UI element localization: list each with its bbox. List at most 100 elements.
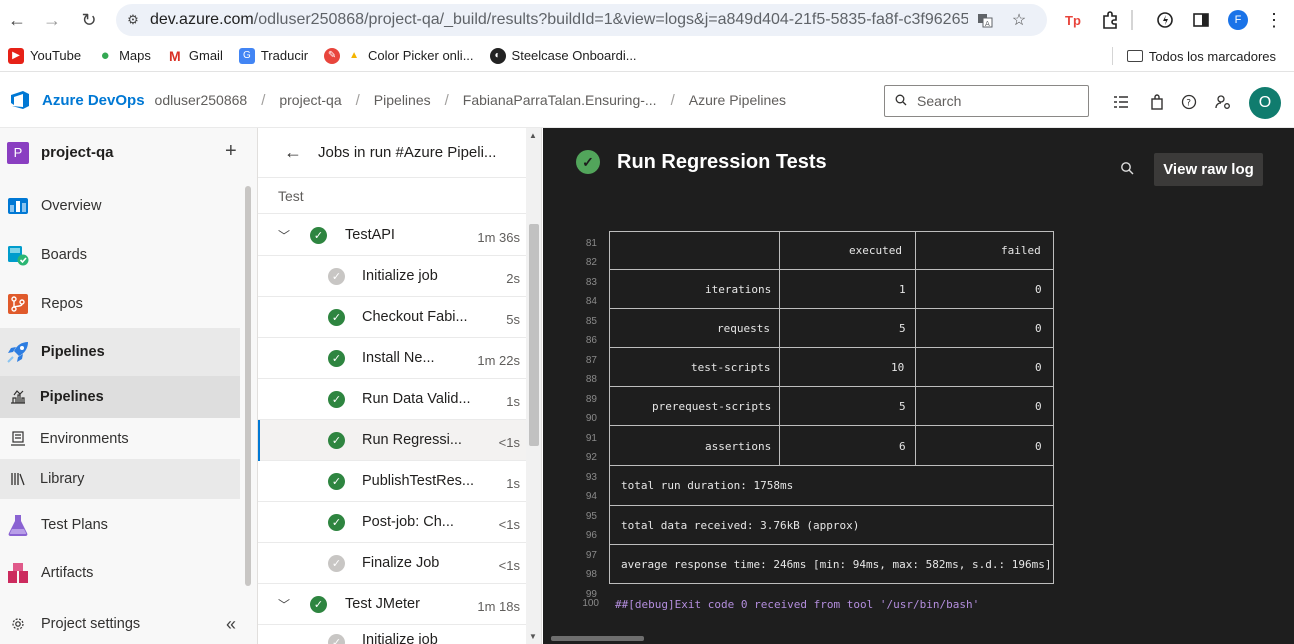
ado-header: Azure DevOps odluser250868 / project-qa … [0, 73, 1294, 128]
step-checkout[interactable]: ✓ Checkout Fabi... 5s [258, 297, 526, 338]
line-number: 93 [585, 472, 597, 483]
sidebar-item-repos[interactable]: Repos [0, 281, 240, 326]
line-number: 96 [585, 530, 597, 541]
test-plans-flask-icon [6, 513, 30, 537]
collapse-nav-icon[interactable]: « [226, 614, 236, 635]
job-test-jmeter[interactable]: ﹀ ✓ Test JMeter 1m 18s [258, 584, 526, 625]
sidebar-scrollbar[interactable] [245, 186, 251, 586]
bookmark-divider [1111, 47, 1113, 65]
side-panel-icon[interactable] [1190, 8, 1212, 32]
environments-icon [7, 428, 29, 450]
browser-menu-icon[interactable]: ⋮ [1263, 8, 1285, 32]
log-horizontal-scrollbar[interactable] [551, 636, 644, 641]
svg-text:A: A [985, 20, 990, 28]
extension-tp-icon[interactable]: Tp [1063, 8, 1085, 32]
breadcrumb-pipeline-name[interactable]: FabianaParraTalan.Ensuring-... [463, 92, 657, 108]
step-run-regression[interactable]: ✓ Run Regressi... <1s [258, 420, 526, 461]
bookmarks-bar: ▶ YouTube ● Maps M Gmail G Traducir ✎ ▲ Color … [0, 40, 1294, 72]
table-rule [609, 465, 1054, 466]
reload-icon[interactable]: ↻ [72, 3, 106, 37]
translate-icon[interactable]: A [968, 6, 1002, 34]
log-search-icon[interactable] [1120, 161, 1134, 179]
bookmark-traducir[interactable]: G Traducir [231, 42, 316, 70]
scroll-down-icon[interactable]: ▼ [529, 632, 537, 641]
table-rule [609, 231, 1054, 232]
job-testapi[interactable]: ﹀ ✓ TestAPI 1m 36s [258, 215, 526, 256]
bookmark-steelcase[interactable]: ◐ Steelcase Onboardi... [482, 42, 645, 70]
search-input[interactable]: Search [884, 85, 1089, 117]
project-selector[interactable]: P project-qa [0, 128, 257, 177]
col-failed: failed [1001, 244, 1041, 257]
breadcrumb-run[interactable]: Azure Pipelines [689, 92, 786, 108]
step-initialize-job[interactable]: ✓ Initialize job 2s [258, 256, 526, 297]
browser-toolbar: ← → ↻ ⚙ dev.azure.com/odluser250868/proj… [0, 0, 1294, 40]
scroll-up-icon[interactable]: ▲ [529, 131, 537, 140]
add-icon[interactable]: + [225, 140, 237, 163]
sidebar-item-environments[interactable]: Environments [0, 418, 240, 459]
breadcrumb-project[interactable]: project-qa [279, 92, 341, 108]
sidebar-item-test-plans[interactable]: Test Plans [0, 502, 240, 548]
line-number: 89 [585, 394, 597, 405]
success-check-icon: ✓ [328, 472, 345, 490]
row-name: prerequest-scripts [652, 400, 772, 413]
url-text[interactable]: dev.azure.com/odluser250868/project-qa/_… [150, 11, 968, 29]
brand-name[interactable]: Azure DevOps [42, 92, 145, 109]
breadcrumb-pipelines[interactable]: Pipelines [374, 92, 431, 108]
line-number: 90 [585, 413, 597, 424]
sidebar-item-pipelines[interactable]: Pipelines [0, 328, 240, 376]
sidebar-item-library[interactable]: Library [0, 459, 240, 499]
back-arrow-icon[interactable]: ← [284, 142, 302, 163]
forward-arrow-icon[interactable]: → [35, 3, 69, 37]
step-initialize-job-2[interactable]: ✓ Initialize job [258, 625, 526, 644]
site-settings-icon[interactable]: ⚙ [116, 12, 150, 28]
bookmark-youtube[interactable]: ▶ YouTube [0, 42, 89, 70]
profile-avatar[interactable]: F [1227, 8, 1249, 32]
skipped-check-icon: ✓ [328, 267, 345, 285]
line-number: 81 [585, 238, 597, 249]
bookmark-star-icon[interactable]: ☆ [1002, 6, 1036, 34]
success-check-icon: ✓ [310, 226, 327, 244]
chevron-down-icon[interactable]: ﹀ [278, 227, 290, 244]
sidebar-item-pipelines-sub[interactable]: Pipelines [0, 376, 240, 418]
bookmark-gmail[interactable]: M Gmail [159, 42, 231, 70]
shopping-bag-icon[interactable] [1146, 91, 1168, 113]
azure-devops-logo-icon[interactable] [9, 90, 31, 110]
sidebar-item-overview[interactable]: Overview [0, 183, 240, 228]
breadcrumb-separator: / [670, 91, 675, 109]
user-settings-icon[interactable] [1212, 91, 1234, 113]
breadcrumb-separator: / [444, 91, 449, 109]
jobs-scrollbar-thumb[interactable] [529, 224, 539, 446]
sidebar-item-boards[interactable]: Boards [0, 232, 240, 277]
step-finalize-job[interactable]: ✓ Finalize Job <1s [258, 543, 526, 584]
bookmark-color-picker[interactable]: ✎ ▲ Color Picker onli... [316, 42, 481, 70]
performance-icon[interactable] [1154, 8, 1176, 32]
help-icon[interactable]: ? [1178, 91, 1200, 113]
step-run-data-validation[interactable]: ✓ Run Data Valid... 1s [258, 379, 526, 420]
table-rule [609, 583, 1054, 584]
back-arrow-icon[interactable]: ← [0, 3, 34, 37]
step-post-job[interactable]: ✓ Post-job: Ch... <1s [258, 502, 526, 543]
view-raw-log-button[interactable]: View raw log [1154, 153, 1263, 186]
chevron-down-icon[interactable]: ﹀ [278, 596, 290, 613]
success-check-icon: ✓ [310, 595, 327, 613]
extensions-puzzle-icon[interactable] [1099, 8, 1121, 32]
step-install[interactable]: ✓ Install Ne... 1m 22s [258, 338, 526, 379]
table-rule [609, 231, 610, 583]
breadcrumb-org[interactable]: odluser250868 [155, 92, 248, 108]
success-check-icon: ✓ [576, 150, 600, 174]
search-icon [895, 94, 907, 109]
task-list-icon[interactable] [1110, 91, 1132, 113]
address-bar[interactable]: ⚙ dev.azure.com/odluser250868/project-qa… [116, 4, 1047, 36]
log-header: ✓ Run Regression Tests [576, 150, 827, 174]
step-publish-test-results[interactable]: ✓ PublishTestRes... 1s [258, 461, 526, 502]
row-failed: 0 [1035, 361, 1042, 374]
sidebar-item-artifacts[interactable]: Artifacts [0, 550, 240, 596]
bookmark-maps[interactable]: ● Maps [89, 42, 159, 70]
user-avatar[interactable]: O [1249, 87, 1281, 119]
all-bookmarks[interactable]: Todos los marcadores [1104, 42, 1284, 70]
project-settings[interactable]: Project settings [0, 604, 220, 644]
skipped-check-icon: ✓ [328, 634, 345, 644]
library-icon [7, 468, 29, 490]
search-placeholder: Search [917, 93, 962, 109]
table-rule [779, 231, 780, 465]
